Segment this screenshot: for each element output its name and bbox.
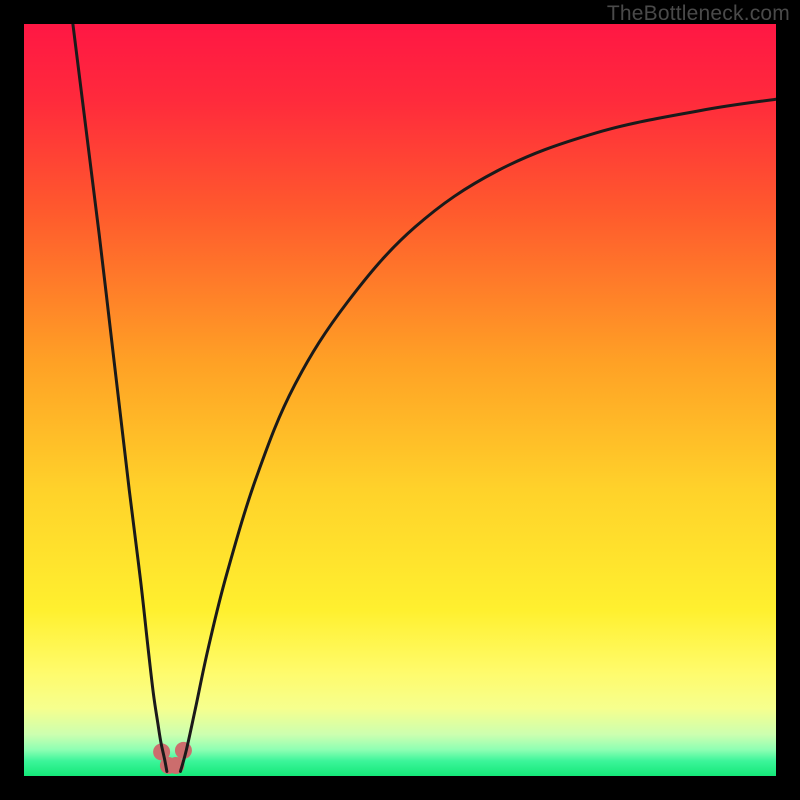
watermark-text: TheBottleneck.com xyxy=(607,2,790,26)
bottleneck-chart xyxy=(24,24,776,776)
gradient-background xyxy=(24,24,776,776)
plot-frame xyxy=(24,24,776,776)
